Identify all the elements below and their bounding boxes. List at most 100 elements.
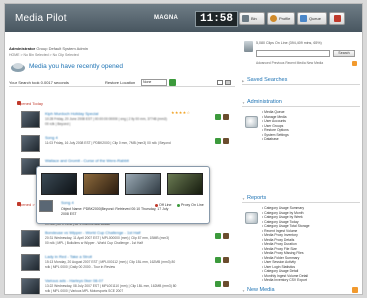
add-to-bin-icon[interactable] xyxy=(215,233,221,239)
media-row[interactable]: Kiph Murdoch Holiday Special 10:28 Frida… xyxy=(13,110,233,134)
brand-logo: MAGNA xyxy=(154,15,179,21)
search-input[interactable] xyxy=(256,50,330,57)
media-title[interactable]: Kiph Murdoch Holiday Special xyxy=(45,111,98,116)
app-logo[interactable]: Media Pilot xyxy=(15,13,67,24)
saved-searches-header[interactable]: ▶ Saved Searches xyxy=(242,76,360,85)
download-icon[interactable] xyxy=(223,138,229,144)
preview-frame[interactable] xyxy=(41,173,77,195)
report-menu-item[interactable]: Category Usage by Week xyxy=(262,215,310,220)
admin-menu-item[interactable]: Media Queue xyxy=(262,110,289,115)
admin-menu-item[interactable]: Restore Options xyxy=(262,128,289,133)
grid-view-icon[interactable] xyxy=(225,80,231,85)
breadcrumb: HOME > No Bin Selected > No Clip Selecte… xyxy=(9,53,79,57)
add-to-bin-icon[interactable] xyxy=(215,281,221,287)
offline-status: Off Line xyxy=(155,203,172,207)
expand-icon: ▼ xyxy=(242,101,245,105)
download-icon[interactable] xyxy=(223,281,229,287)
page-title: Media you have recently opened xyxy=(29,63,123,70)
search-links[interactable]: Advanced Previous Recent Media New Media xyxy=(256,61,323,65)
media-row[interactable]: Song 4 11:03 Friday, 16 July 2008 EST | … xyxy=(13,135,233,158)
section-title[interactable]: Saved Searches xyxy=(247,77,287,83)
report-menu-item[interactable]: Category Usage Total Storage xyxy=(262,224,309,229)
preview-frame[interactable] xyxy=(167,173,203,195)
bin-button-label: Bin xyxy=(251,16,257,21)
media-title[interactable]: Lady in Red - Take a Stroll xyxy=(45,254,92,259)
reports-icon xyxy=(245,212,258,224)
report-menu-item[interactable]: Category Usage Summary xyxy=(262,206,310,211)
report-menu-item[interactable]: Media Inventory CSV Export xyxy=(262,278,310,283)
media-title[interactable]: Various ads - Harleys 0ker 08-07 xyxy=(45,278,103,283)
top-bar: Media Pilot MAGNA 11:58 Bin Profile Queu… xyxy=(5,4,362,32)
add-to-bin-icon[interactable] xyxy=(215,138,221,144)
media-row[interactable]: Various ads - Harleys 0ker 08-07 13:22 W… xyxy=(13,278,233,294)
download-icon[interactable] xyxy=(223,114,229,120)
section-title[interactable]: Reports xyxy=(247,195,266,201)
preview-description: Object Name: PDBK2000|Beyond: Retrieved … xyxy=(61,207,169,216)
profile-icon xyxy=(270,15,277,22)
rating-stars[interactable]: ★★★★☆ xyxy=(171,110,190,115)
media-details: 11:03 Friday, 16 July 2008 EST | PDBK200… xyxy=(45,141,171,145)
administration-icon xyxy=(245,116,258,128)
media-thumbnail[interactable] xyxy=(21,111,40,128)
expand-icon: ▼ xyxy=(242,197,245,201)
reports-header[interactable]: ▼ Reports xyxy=(242,194,360,203)
list-view-icon[interactable] xyxy=(217,80,223,85)
proxy-status: Proxy On Line xyxy=(177,203,204,207)
logout-icon xyxy=(334,15,341,22)
preview-frame[interactable] xyxy=(83,173,119,195)
add-to-bin-icon[interactable] xyxy=(215,257,221,263)
media-row[interactable]: Bondeuse vs Wipper - World Cup Challenge… xyxy=(13,230,233,253)
preview-title: Song 4 xyxy=(61,200,74,205)
media-thumbnail[interactable] xyxy=(21,278,40,294)
media-details: 00 rclk | Beyond | xyxy=(45,122,71,126)
preview-frame[interactable] xyxy=(125,173,161,195)
queue-button[interactable]: Queue xyxy=(297,12,327,25)
search-info-row: Your Search took 0.0017 seconds Restore … xyxy=(9,79,235,87)
admin-menu-item[interactable]: Database xyxy=(262,137,289,142)
profile-button-label: Profile xyxy=(279,16,291,21)
recent-media-header: Media you have recently opened xyxy=(9,60,235,74)
media-details: 15:13 Monday, 20 August 2007 EST | MPL00… xyxy=(45,260,176,264)
application-frame: Media Pilot MAGNA 11:58 Bin Profile Queu… xyxy=(4,3,363,295)
administration-header[interactable]: ▼ Administration xyxy=(242,98,360,107)
media-details: 10:28 Friday, 20 June 2008 EST | 00:00:0… xyxy=(45,117,167,121)
clock-display: 11:58 xyxy=(195,11,239,27)
media-title[interactable]: Song 4 xyxy=(45,135,58,140)
go-icon[interactable] xyxy=(169,79,176,86)
storage-status: 5,080 Clips On Line (394,409 mins, 65%) xyxy=(256,41,322,45)
storage-icon xyxy=(244,41,253,52)
expand-icon: ▼ xyxy=(242,289,245,293)
proxy-status-icon xyxy=(177,203,180,207)
media-row[interactable]: Lady in Red - Take a Stroll 15:13 Monday… xyxy=(13,254,233,277)
profile-button[interactable]: Profile xyxy=(267,12,295,25)
queue-icon xyxy=(300,15,307,22)
download-icon[interactable] xyxy=(223,233,229,239)
media-thumbnail[interactable] xyxy=(21,135,40,152)
rss-icon[interactable] xyxy=(352,61,357,66)
search-button[interactable]: Search xyxy=(333,50,355,57)
logout-button[interactable] xyxy=(329,12,345,25)
media-title[interactable]: Wallace and Gromit - Curse of the Were-R… xyxy=(45,158,129,163)
section-title[interactable]: Administration xyxy=(247,99,282,105)
user-name[interactable]: Administrator xyxy=(9,46,35,51)
download-icon[interactable] xyxy=(223,257,229,263)
proxy-status-label: Proxy On Line xyxy=(181,203,204,207)
media-thumbnail[interactable] xyxy=(21,230,40,247)
media-thumbnail[interactable] xyxy=(21,254,40,271)
bin-button[interactable]: Bin xyxy=(239,12,265,25)
media-preview-popup[interactable]: Song 4 Object Name: PDBK2000|Beyond: Ret… xyxy=(36,166,210,224)
new-media-header[interactable]: ▼ New Media xyxy=(242,286,360,294)
media-title[interactable]: Bondeuse vs Wipper - World Cup Challenge… xyxy=(45,230,141,235)
rss-icon[interactable] xyxy=(352,287,358,293)
group-label: Opened Today xyxy=(17,101,43,106)
queue-button-label: Queue xyxy=(309,16,322,21)
reports-menu: Category Usage Summary Category Usage by… xyxy=(262,206,310,283)
media-details: rclk | MPL 0000 | Daily 00 2000 - Tour i… xyxy=(45,265,116,269)
admin-menu-item[interactable]: User Accounts xyxy=(262,119,289,124)
offline-status-label: Off Line xyxy=(159,203,172,207)
report-menu-item[interactable]: Media Proxy Missing Files xyxy=(262,251,310,256)
section-title[interactable]: New Media xyxy=(247,287,275,293)
restore-location-select[interactable]: None xyxy=(141,79,167,86)
user-info: Administrator Group Default System Admin xyxy=(9,46,88,51)
add-to-bin-icon[interactable] xyxy=(215,114,221,120)
